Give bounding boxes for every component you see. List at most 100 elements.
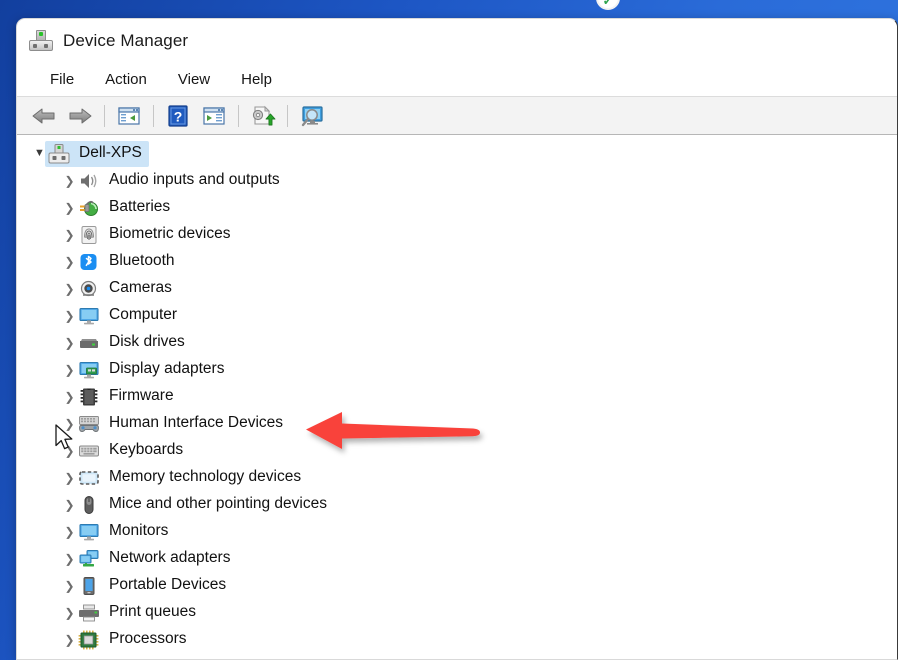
device-tree[interactable]: ▼ Dell-XPS ❯: [17, 135, 897, 659]
chevron-right-icon[interactable]: ❯: [61, 526, 78, 538]
tree-row-human-interface-devices[interactable]: ❯ Human Interface: [17, 410, 897, 437]
console-tree-icon: [117, 106, 141, 126]
tree-row-biometric-devices[interactable]: ❯ Biometric devices: [17, 221, 897, 248]
tree-row-monitors[interactable]: ❯ Monitors: [17, 518, 897, 545]
toolbar: ?: [17, 97, 897, 135]
tree-row-memory-technology-devices[interactable]: ❯ Memory technology devices: [17, 464, 897, 491]
tree-row-label: Processors: [109, 631, 187, 648]
chevron-right-icon[interactable]: ❯: [61, 472, 78, 484]
cpu-icon: [78, 630, 100, 650]
back-button[interactable]: [27, 101, 61, 131]
firmware-chip-icon: [78, 387, 100, 407]
tree-row-label: Batteries: [109, 199, 170, 216]
battery-icon: [78, 198, 100, 218]
tree-row-root[interactable]: ▼ Dell-XPS: [17, 140, 897, 167]
menu-bar: File Action View Help: [17, 63, 897, 97]
menu-item-view[interactable]: View: [167, 68, 221, 91]
tree-row-label: Network adapters: [109, 550, 230, 567]
tree-row-cameras[interactable]: ❯ Cameras: [17, 275, 897, 302]
tree-row-print-queues[interactable]: ❯ Print queues: [17, 599, 897, 626]
chevron-right-icon[interactable]: ❯: [61, 634, 78, 646]
chevron-right-icon[interactable]: ❯: [61, 607, 78, 619]
mouse-icon: [78, 495, 100, 515]
chevron-right-icon[interactable]: ❯: [61, 202, 78, 214]
update-driver-icon: [250, 105, 276, 127]
camera-icon: [78, 279, 100, 299]
tree-row-label: Human Interface Devices: [109, 415, 283, 432]
chevron-right-icon[interactable]: ❯: [61, 175, 78, 187]
network-adapter-icon: [78, 549, 100, 569]
memory-card-icon: [78, 468, 100, 488]
computer-tower-icon: [48, 144, 70, 164]
chevron-right-icon[interactable]: ❯: [61, 256, 78, 268]
tree-row-portable-devices[interactable]: ❯ Portable Devices: [17, 572, 897, 599]
tree-row-label: Firmware: [109, 388, 174, 405]
tree-row-label: Dell-XPS: [79, 145, 142, 162]
chevron-right-icon[interactable]: ❯: [61, 283, 78, 295]
tree-row-label: Bluetooth: [109, 253, 175, 270]
menu-item-help[interactable]: Help: [230, 68, 283, 91]
update-driver-button[interactable]: [246, 101, 280, 131]
tree-row-display-adapters[interactable]: ❯ Display adapters: [17, 356, 897, 383]
chevron-right-icon[interactable]: ❯: [61, 310, 78, 322]
tree-row-batteries[interactable]: ❯ Batteries: [17, 194, 897, 221]
scan-hardware-changes-button[interactable]: [295, 101, 329, 131]
tree-row-label: Mice and other pointing devices: [109, 496, 327, 513]
gamepad-keyboard-icon: [78, 414, 100, 434]
tree-row-label: Print queues: [109, 604, 196, 621]
tree-row-label: Monitors: [109, 523, 168, 540]
tree-row-label: Keyboards: [109, 442, 183, 459]
chevron-right-icon[interactable]: ❯: [61, 499, 78, 511]
toolbar-separator: [287, 105, 288, 127]
help-button[interactable]: ?: [161, 101, 195, 131]
monitor-icon: [78, 522, 100, 542]
tree-row-audio-inputs-and-outputs[interactable]: ❯ Audio inputs and outputs: [17, 167, 897, 194]
device-manager-window: Device Manager File Action View Help: [16, 18, 898, 660]
chevron-right-icon[interactable]: ❯: [61, 445, 78, 457]
display-adapter-icon: [78, 360, 100, 380]
toolbar-separator: [104, 105, 105, 127]
title-bar: Device Manager: [17, 19, 897, 63]
tree-row-disk-drives[interactable]: ❯ Disk drives: [17, 329, 897, 356]
monitor-icon: [78, 306, 100, 326]
menu-item-file[interactable]: File: [39, 68, 85, 91]
tree-row-network-adapters[interactable]: ❯ Network adapters: [17, 545, 897, 572]
chevron-right-icon[interactable]: ❯: [61, 391, 78, 403]
printer-icon: [78, 603, 100, 623]
tree-row-mice-and-other-pointing-devices[interactable]: ❯ Mice and other pointing devices: [17, 491, 897, 518]
tree-row-firmware[interactable]: ❯ F: [17, 383, 897, 410]
tree-row-computer[interactable]: ❯ Computer: [17, 302, 897, 329]
check-glyph: ✓: [602, 0, 614, 7]
tree-row-processors[interactable]: ❯ Processors: [17, 626, 897, 653]
tree-row-label: Audio inputs and outputs: [109, 172, 280, 189]
tree-row-label: Computer: [109, 307, 177, 324]
tree-row-label: Cameras: [109, 280, 172, 297]
chevron-right-icon[interactable]: ❯: [61, 229, 78, 241]
tree-row-label: Portable Devices: [109, 577, 226, 594]
fingerprint-icon: [78, 225, 100, 245]
toolbar-separator: [238, 105, 239, 127]
bluetooth-icon: [78, 252, 100, 272]
toolbar-separator: [153, 105, 154, 127]
tree-row-bluetooth[interactable]: ❯ Bluetooth: [17, 248, 897, 275]
tree-row-label: Memory technology devices: [109, 469, 301, 486]
chevron-right-icon[interactable]: ❯: [61, 418, 78, 430]
properties-button[interactable]: [197, 101, 231, 131]
tree-row-label: Display adapters: [109, 361, 224, 378]
chevron-right-icon[interactable]: ❯: [61, 337, 78, 349]
chevron-right-icon[interactable]: ❯: [61, 580, 78, 592]
tree-row-label: Disk drives: [109, 334, 185, 351]
scan-monitor-icon: [299, 105, 325, 127]
disk-drive-icon: [78, 333, 100, 353]
speaker-icon: [78, 171, 100, 191]
forward-button[interactable]: [63, 101, 97, 131]
chevron-right-icon[interactable]: ❯: [61, 553, 78, 565]
show-hide-console-tree-button[interactable]: [112, 101, 146, 131]
tree-row-keyboards[interactable]: ❯ Keyboards: [17, 437, 897, 464]
menu-item-action[interactable]: Action: [94, 68, 158, 91]
forward-arrow-icon: [67, 106, 93, 126]
check-circle-icon[interactable]: ✓: [596, 0, 620, 10]
chevron-right-icon[interactable]: ❯: [61, 364, 78, 376]
tree-row-label: Biometric devices: [109, 226, 230, 243]
keyboard-icon: [78, 441, 100, 461]
